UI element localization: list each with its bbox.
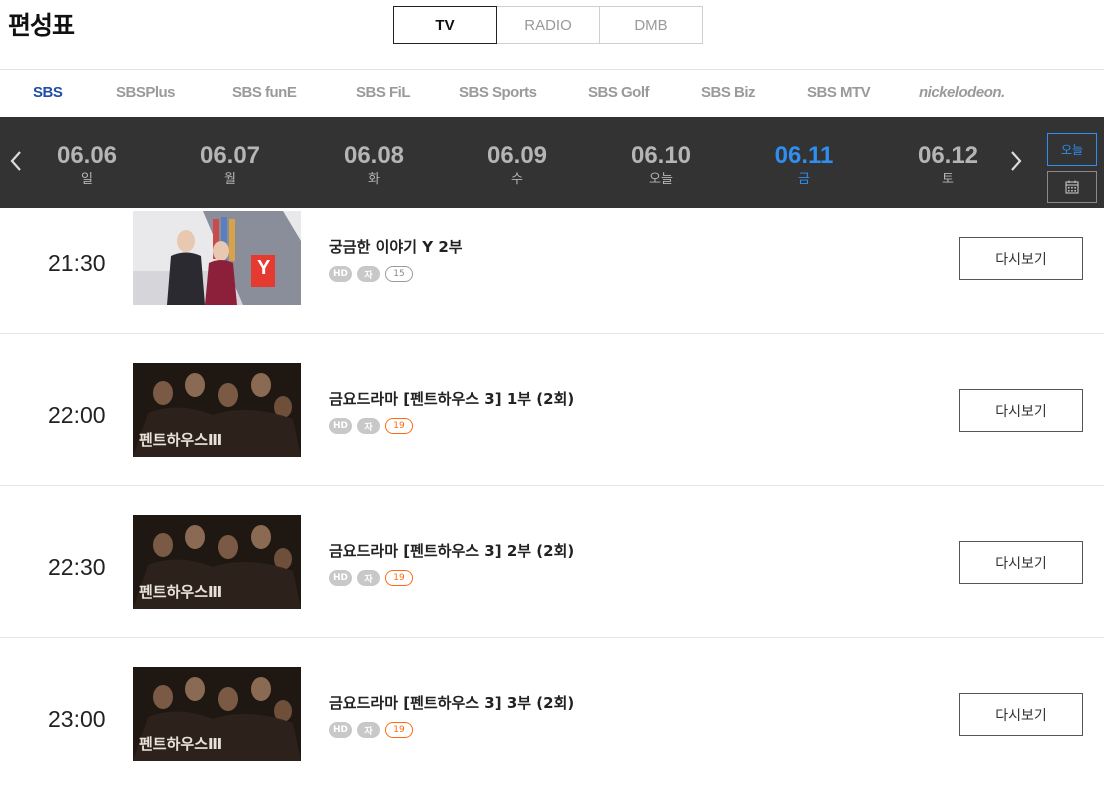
channel-sbs-mtv[interactable]: SBS MTV xyxy=(807,84,871,101)
program-row: 21:30 Y 궁금한 이야기 Y 2부 HD 자 15 다시보기 xyxy=(0,182,1104,334)
channel-sbs-biz[interactable]: SBS Biz xyxy=(701,84,756,101)
thumbnail-caption: 펜트하우스Ⅲ xyxy=(139,431,223,449)
channel-sbs-golf[interactable]: SBS Golf xyxy=(588,84,650,101)
program-thumbnail[interactable]: 펜트하우스Ⅲ xyxy=(133,363,301,457)
chevron-left-icon xyxy=(10,151,21,171)
thumbnail-caption: 펜트하우스Ⅲ xyxy=(139,735,223,753)
channel-nickelodeon[interactable]: nickelodeon. xyxy=(919,84,1005,101)
hd-badge: HD xyxy=(329,266,353,282)
age-rating-badge: 19 xyxy=(385,418,414,434)
replay-button[interactable]: 다시보기 xyxy=(959,541,1083,584)
program-row: 22:30 펜트하우스Ⅲ 금요드라마 [펜트하우스 3] 2부 (2회) HD … xyxy=(0,486,1104,638)
subtitle-badge: 자 xyxy=(357,570,381,586)
subtitle-badge: 자 xyxy=(357,266,381,282)
tab-dmb[interactable]: DMB xyxy=(599,6,703,44)
replay-button[interactable]: 다시보기 xyxy=(959,237,1083,280)
tab-radio[interactable]: RADIO xyxy=(496,6,600,44)
tab-tv[interactable]: TV xyxy=(393,6,497,44)
date-number: 06.12 xyxy=(917,142,979,169)
program-title[interactable]: 궁금한 이야기 Y 2부 xyxy=(329,236,463,257)
page-title: 편성표 xyxy=(8,11,75,40)
program-thumbnail[interactable]: Y xyxy=(133,211,301,305)
program-title[interactable]: 금요드라마 [펜트하우스 3] 3부 (2회) xyxy=(329,692,574,713)
thumbnail-caption: Y xyxy=(257,257,271,279)
subtitle-badge: 자 xyxy=(357,722,381,738)
date-number: 06.10 xyxy=(630,142,692,169)
replay-button[interactable]: 다시보기 xyxy=(959,693,1083,736)
program-time: 22:00 xyxy=(48,402,106,428)
subtitle-badge: 자 xyxy=(357,418,381,434)
program-row: 22:00 펜트하우스Ⅲ 금요드라마 [펜트하우스 3] 1부 (2회) HD … xyxy=(0,334,1104,486)
date-number: 06.08 xyxy=(343,142,405,169)
age-rating-badge: 19 xyxy=(385,722,414,738)
program-badges: HD 자 19 xyxy=(329,570,414,586)
date-number: 06.11 xyxy=(774,142,834,169)
hd-badge: HD xyxy=(329,722,353,738)
channel-sbs-plus[interactable]: SBSPlus xyxy=(116,84,176,101)
program-row: 23:00 펜트하우스Ⅲ 금요드라마 [펜트하우스 3] 3부 (2회) HD … xyxy=(0,638,1104,790)
age-rating-badge: 15 xyxy=(385,266,414,282)
next-week-button[interactable] xyxy=(1004,143,1028,179)
channel-bar: SBS SBSPlus SBS funE SBS FiL SBS Sports … xyxy=(0,69,1104,118)
hd-badge: HD xyxy=(329,570,353,586)
hd-badge: HD xyxy=(329,418,353,434)
today-button[interactable]: 오늘 xyxy=(1047,133,1097,166)
program-badges: HD 자 19 xyxy=(329,418,414,434)
channel-sbs-fil[interactable]: SBS FiL xyxy=(356,84,411,101)
program-time: 22:30 xyxy=(48,554,106,580)
date-number: 06.06 xyxy=(56,142,118,169)
program-time: 23:00 xyxy=(48,706,106,732)
channel-sbs-fune[interactable]: SBS funE xyxy=(232,84,297,101)
program-badges: HD 자 19 xyxy=(329,722,414,738)
chevron-right-icon xyxy=(1011,151,1022,171)
thumbnail-caption: 펜트하우스Ⅲ xyxy=(139,583,223,601)
prev-week-button[interactable] xyxy=(4,143,28,179)
age-rating-badge: 19 xyxy=(385,570,414,586)
channel-sbs-sports[interactable]: SBS Sports xyxy=(459,84,537,101)
program-time: 21:30 xyxy=(48,250,106,276)
date-number: 06.09 xyxy=(486,142,548,169)
program-badges: HD 자 15 xyxy=(329,266,414,282)
program-thumbnail[interactable]: 펜트하우스Ⅲ xyxy=(133,515,301,609)
media-tabs: TV RADIO DMB xyxy=(393,6,703,44)
channel-sbs[interactable]: SBS xyxy=(33,84,63,101)
program-title[interactable]: 금요드라마 [펜트하우스 3] 1부 (2회) xyxy=(329,388,574,409)
replay-button[interactable]: 다시보기 xyxy=(959,389,1083,432)
date-number: 06.07 xyxy=(199,142,261,169)
program-thumbnail[interactable]: 펜트하우스Ⅲ xyxy=(133,667,301,761)
program-title[interactable]: 금요드라마 [펜트하우스 3] 2부 (2회) xyxy=(329,540,574,561)
